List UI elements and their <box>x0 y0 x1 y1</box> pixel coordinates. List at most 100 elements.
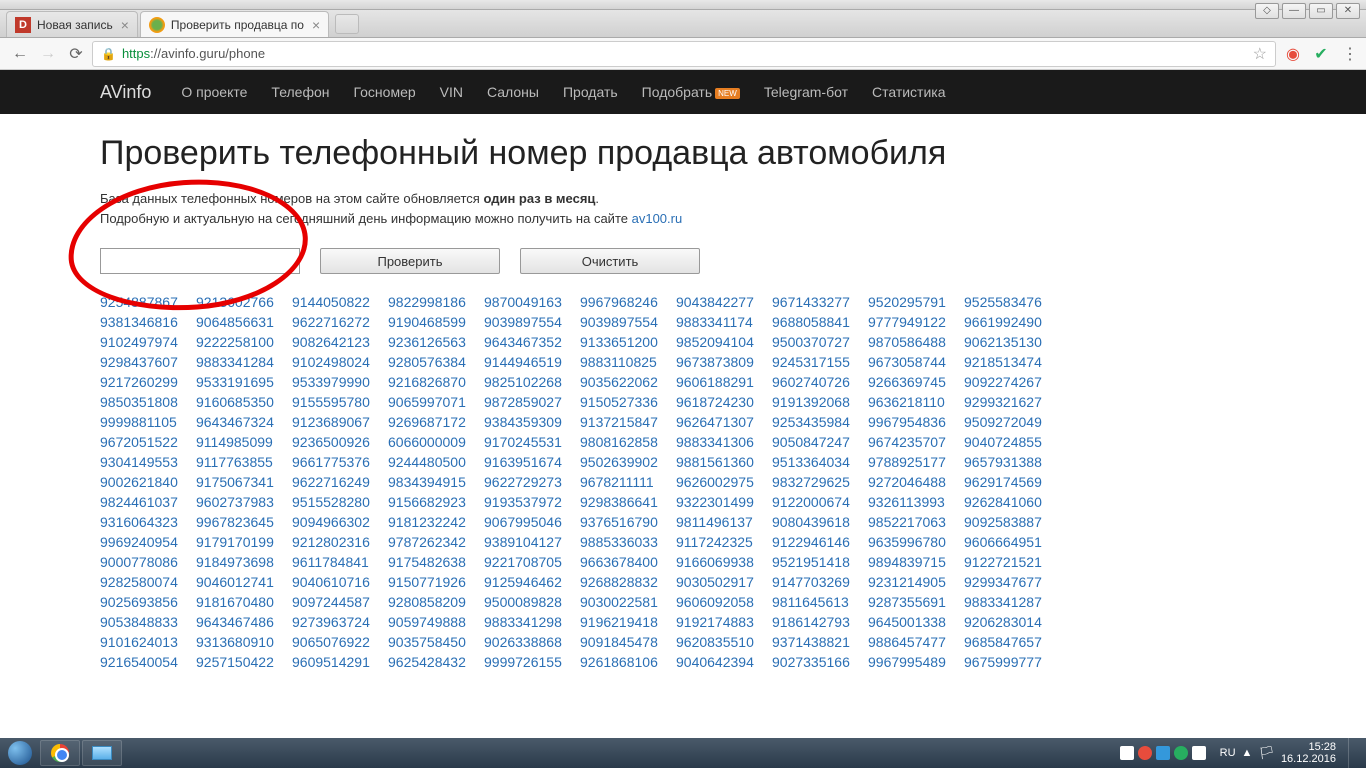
phone-link[interactable]: 9533191695 <box>196 374 292 390</box>
phone-link[interactable]: 9040610716 <box>292 574 388 590</box>
phone-link[interactable]: 9313680910 <box>196 634 292 650</box>
phone-link[interactable]: 9287355691 <box>868 594 964 610</box>
url-field[interactable]: 🔒 https ://avinfo.guru/phone ☆ <box>92 41 1276 67</box>
phone-link[interactable]: 9643467352 <box>484 334 580 350</box>
phone-link[interactable]: 9381346816 <box>100 314 196 330</box>
phone-link[interactable]: 9626002975 <box>676 474 772 490</box>
phone-link[interactable]: 9515528280 <box>292 494 388 510</box>
reload-button[interactable]: ⟳ <box>64 42 88 66</box>
phone-link[interactable]: 9122946146 <box>772 534 868 550</box>
phone-link[interactable]: 9175482638 <box>388 554 484 570</box>
phone-link[interactable]: 9244480500 <box>388 454 484 470</box>
phone-link[interactable]: 9967995489 <box>868 654 964 670</box>
tray-icon[interactable] <box>1156 746 1170 760</box>
phone-link[interactable]: 9026338868 <box>484 634 580 650</box>
phone-link[interactable]: 9513364034 <box>772 454 868 470</box>
phone-link[interactable]: 9967954836 <box>868 414 964 430</box>
phone-link[interactable]: 9064856631 <box>196 314 292 330</box>
phone-link[interactable]: 9850351808 <box>100 394 196 410</box>
site-logo[interactable]: AVinfo <box>100 82 151 103</box>
phone-link[interactable]: 9221708705 <box>484 554 580 570</box>
phone-link[interactable]: 9371438821 <box>772 634 868 650</box>
phone-link[interactable]: 9181232242 <box>388 514 484 530</box>
phone-link[interactable]: 9268828832 <box>580 574 676 590</box>
phone-link[interactable]: 9000778086 <box>100 554 196 570</box>
minimize-button[interactable]: — <box>1282 3 1306 19</box>
phone-link[interactable]: 9533979990 <box>292 374 388 390</box>
phone-link[interactable]: 9039897554 <box>580 314 676 330</box>
phone-link[interactable]: 9266369745 <box>868 374 964 390</box>
phone-link[interactable]: 9101624013 <box>100 634 196 650</box>
nav-about[interactable]: О проекте <box>181 84 247 100</box>
phone-link[interactable]: 9262841060 <box>964 494 1060 510</box>
phone-link[interactable]: 9872859027 <box>484 394 580 410</box>
phone-link[interactable]: 9039897554 <box>484 314 580 330</box>
phone-link[interactable]: 9316064323 <box>100 514 196 530</box>
taskbar-explorer[interactable] <box>82 740 122 766</box>
user-icon[interactable]: ◇ <box>1255 3 1279 19</box>
bookmark-star-icon[interactable]: ☆ <box>1253 44 1267 64</box>
phone-link[interactable]: 9190468599 <box>388 314 484 330</box>
phone-link[interactable]: 9280858209 <box>388 594 484 610</box>
phone-link[interactable]: 9645001338 <box>868 614 964 630</box>
phone-link[interactable]: 9091845478 <box>580 634 676 650</box>
phone-link[interactable]: 9216826870 <box>388 374 484 390</box>
phone-link[interactable]: 9521951418 <box>772 554 868 570</box>
phone-link[interactable]: 9661992490 <box>964 314 1060 330</box>
phone-link[interactable]: 9046012741 <box>196 574 292 590</box>
phone-link[interactable]: 9040642394 <box>676 654 772 670</box>
phone-link[interactable]: 9147703269 <box>772 574 868 590</box>
phone-link[interactable]: 9155595780 <box>292 394 388 410</box>
phone-link[interactable]: 9080439618 <box>772 514 868 530</box>
phone-link[interactable]: 9620835510 <box>676 634 772 650</box>
phone-link[interactable]: 9206283014 <box>964 614 1060 630</box>
phone-link[interactable]: 9389104127 <box>484 534 580 550</box>
phone-link[interactable]: 9150771926 <box>388 574 484 590</box>
phone-link[interactable]: 9144050822 <box>292 294 388 310</box>
phone-link[interactable]: 9883341174 <box>676 314 772 330</box>
nav-salons[interactable]: Салоны <box>487 84 539 100</box>
check-button[interactable]: Проверить <box>320 248 500 274</box>
phone-link[interactable]: 9062135130 <box>964 334 1060 350</box>
clear-button[interactable]: Очистить <box>520 248 700 274</box>
phone-link[interactable]: 9322301499 <box>676 494 772 510</box>
phone-link[interactable]: 9969240954 <box>100 534 196 550</box>
phone-link[interactable]: 9886457477 <box>868 634 964 650</box>
tray-icon[interactable] <box>1174 746 1188 760</box>
phone-link[interactable]: 9144946519 <box>484 354 580 370</box>
phone-link[interactable]: 9097244587 <box>292 594 388 610</box>
phone-link[interactable]: 9102497974 <box>100 334 196 350</box>
phone-link[interactable]: 9166069938 <box>676 554 772 570</box>
phone-link[interactable]: 9606664951 <box>964 534 1060 550</box>
chrome-menu-icon[interactable]: ⋮ <box>1340 45 1358 63</box>
extension-icon[interactable]: ◉ <box>1284 45 1302 63</box>
phone-link[interactable]: 9117242325 <box>676 534 772 550</box>
phone-link[interactable]: 9053848833 <box>100 614 196 630</box>
phone-link[interactable]: 9163951674 <box>484 454 580 470</box>
phone-link[interactable]: 9236126563 <box>388 334 484 350</box>
phone-link[interactable]: 9213602766 <box>196 294 292 310</box>
phone-link[interactable]: 9777949122 <box>868 314 964 330</box>
phone-link[interactable]: 9245317155 <box>772 354 868 370</box>
phone-link[interactable]: 9133651200 <box>580 334 676 350</box>
phone-link[interactable]: 9027335166 <box>772 654 868 670</box>
phone-link[interactable]: 9122000674 <box>772 494 868 510</box>
tab-2-active[interactable]: Проверить продавца по × <box>140 11 329 37</box>
phone-link[interactable]: 9218513474 <box>964 354 1060 370</box>
phone-link[interactable]: 9092274267 <box>964 374 1060 390</box>
phone-link[interactable]: 9663678400 <box>580 554 676 570</box>
phone-link[interactable]: 9059749888 <box>388 614 484 630</box>
tab-close-icon[interactable]: × <box>121 17 129 33</box>
phone-link[interactable]: 9261868106 <box>580 654 676 670</box>
phone-link[interactable]: 9626471307 <box>676 414 772 430</box>
phone-link[interactable]: 9184973698 <box>196 554 292 570</box>
phone-link[interactable]: 9643467324 <box>196 414 292 430</box>
phone-link[interactable]: 9787262342 <box>388 534 484 550</box>
clock[interactable]: 15:28 16.12.2016 <box>1281 741 1336 765</box>
phone-link[interactable]: 9811496137 <box>676 514 772 530</box>
phone-link[interactable]: 9236500926 <box>292 434 388 450</box>
phone-link[interactable]: 9216540054 <box>100 654 196 670</box>
phone-link[interactable]: 9520295791 <box>868 294 964 310</box>
phone-link[interactable]: 9043842277 <box>676 294 772 310</box>
phone-link[interactable]: 9094966302 <box>292 514 388 530</box>
